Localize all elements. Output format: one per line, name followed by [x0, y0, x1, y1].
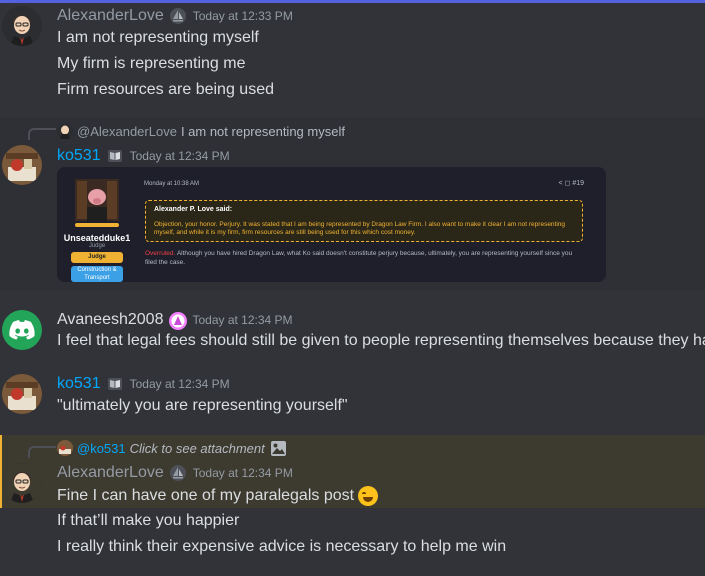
- embed-date: Monday at 10:38 AM: [144, 181, 200, 187]
- message-line: I feel that legal fees should still be g…: [57, 332, 705, 349]
- quote-text: Objection, your honor. Perjury. It was s…: [154, 221, 566, 236]
- message-header: ko531 Today at 12:34 PM: [57, 374, 230, 394]
- username[interactable]: Avaneesh2008: [57, 311, 163, 329]
- message-line: "ultimately you are representing yoursel…: [57, 397, 348, 414]
- avatar[interactable]: [2, 6, 42, 46]
- timestamp[interactable]: Today at 12:34 PM: [193, 466, 293, 480]
- message-text: Fine I can have one of my paralegals pos…: [57, 487, 355, 505]
- username[interactable]: ko531: [57, 147, 101, 165]
- sailboat-badge-icon[interactable]: [169, 7, 187, 25]
- avatar[interactable]: [2, 145, 42, 185]
- avatar[interactable]: [2, 463, 42, 503]
- pink-badge-icon[interactable]: [168, 311, 188, 330]
- embed-quote-box: Alexander P. Love said: Objection, your …: [145, 200, 583, 242]
- embed-profile-card: Unseatedduke1 Judge Judge Construction &…: [57, 167, 137, 282]
- message-line: Firm resources are being used: [57, 81, 274, 98]
- grinning-sweat-emoji[interactable]: [358, 486, 379, 506]
- message-line: Fine I can have one of my paralegals pos…: [57, 486, 379, 506]
- message-header: AlexanderLove Today at 12:34 PM: [57, 463, 293, 483]
- judge-button: Judge: [71, 252, 123, 263]
- reply-text[interactable]: Click to see attachment: [130, 441, 265, 456]
- reply-preview[interactable]: @ko531 Click to see attachment: [57, 439, 287, 457]
- message-header: Avaneesh2008 Today at 12:34 PM: [57, 310, 293, 330]
- embed-ruling: Overruled. Although you have hired Drago…: [145, 249, 585, 267]
- construction-button-line1: Construction &: [77, 267, 117, 273]
- timestamp[interactable]: Today at 12:34 PM: [130, 149, 230, 163]
- message-header: ko531 Today at 12:34 PM: [57, 146, 230, 166]
- image-icon[interactable]: [270, 440, 287, 457]
- sailboat-badge-icon[interactable]: [169, 464, 187, 482]
- book-badge-icon[interactable]: [106, 375, 124, 393]
- timestamp[interactable]: Today at 12:34 PM: [192, 313, 292, 327]
- timestamp[interactable]: Today at 12:34 PM: [130, 377, 230, 391]
- ruling-text: Although you have hired Dragon Law, what…: [145, 250, 573, 266]
- reply-connector: [28, 128, 56, 140]
- embed-actions: < ◻ #19: [558, 180, 584, 187]
- judge-portrait: [75, 179, 119, 221]
- reply-connector: [28, 446, 56, 458]
- reply-text[interactable]: I am not representing myself: [181, 124, 345, 139]
- quote-author: Alexander P. Love said:: [154, 206, 233, 213]
- message-group-alexanderlove-1: AlexanderLove Today at 12:33 PM I am not…: [0, 0, 705, 110]
- judge-name: Unseatedduke1: [63, 233, 131, 243]
- timestamp[interactable]: Today at 12:33 PM: [193, 9, 293, 23]
- message-line: I really think their expensive advice is…: [57, 538, 507, 555]
- image-attachment[interactable]: Unseatedduke1 Judge Judge Construction &…: [57, 167, 606, 282]
- reply-avatar: [57, 123, 73, 139]
- username[interactable]: ko531: [57, 375, 101, 393]
- reply-preview[interactable]: @AlexanderLove I am not representing mys…: [57, 122, 345, 140]
- username[interactable]: AlexanderLove: [57, 464, 164, 482]
- judge-role: Judge: [88, 243, 106, 249]
- message-header: AlexanderLove Today at 12:33 PM: [57, 6, 293, 26]
- message-line: If that’ll make you happier: [57, 512, 240, 529]
- reply-avatar: [57, 440, 73, 456]
- message-line: My firm is representing me: [57, 55, 246, 72]
- discord-logo-icon: [9, 320, 35, 340]
- book-badge-icon[interactable]: [106, 147, 124, 165]
- reply-username[interactable]: @AlexanderLove: [77, 124, 177, 139]
- construction-button: Construction & Transport: [71, 266, 123, 282]
- avatar[interactable]: [2, 310, 42, 350]
- ruling-label: Overruled.: [145, 250, 176, 257]
- username[interactable]: AlexanderLove: [57, 7, 164, 25]
- message-line: I am not representing myself: [57, 29, 259, 46]
- judge-tag: [75, 223, 119, 227]
- reply-username[interactable]: @ko531: [77, 441, 126, 456]
- construction-button-line2: Transport: [84, 275, 110, 281]
- avatar[interactable]: [2, 374, 42, 414]
